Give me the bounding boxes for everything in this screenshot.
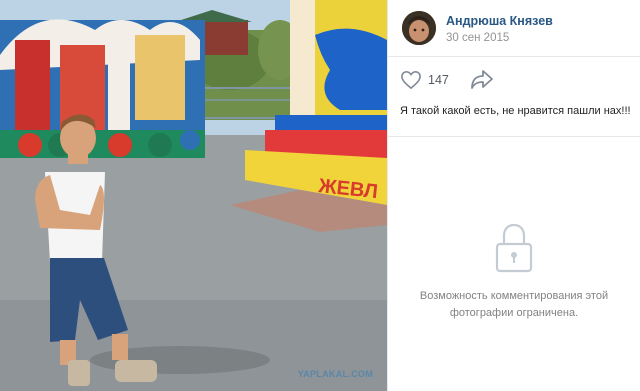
post-caption: Я такой какой есть, не нравится пашли на… — [400, 105, 631, 117]
author-name[interactable]: Андрюша Князев — [446, 14, 553, 28]
post-info-panel: Андрюша Князев 30 сен 2015 147 Я такой к… — [387, 0, 640, 391]
like-count: 147 — [428, 73, 449, 87]
divider — [388, 136, 640, 137]
restricted-line-2: фотографии ограничена. — [449, 307, 579, 319]
comments-restricted: Возможность комментирования этой фотогра… — [388, 222, 640, 322]
post-header: Андрюша Князев 30 сен 2015 — [388, 0, 640, 57]
watermark: YAPLAKAL.COM — [297, 369, 373, 379]
avatar-image — [402, 11, 436, 45]
heart-icon — [401, 70, 421, 90]
post-date[interactable]: 30 сен 2015 — [446, 32, 509, 44]
post-actions: 147 — [388, 67, 640, 95]
share-button[interactable] — [470, 68, 496, 92]
lock-icon — [495, 223, 533, 273]
restricted-message: Возможность комментирования этой фотогра… — [388, 288, 640, 322]
like-button[interactable]: 147 — [400, 67, 449, 93]
restricted-line-1: Возможность комментирования этой — [419, 290, 609, 302]
share-arrow-icon — [471, 70, 493, 89]
photo-scene: ЖЕВЛ — [0, 0, 387, 391]
avatar[interactable] — [402, 11, 436, 45]
post-photo[interactable]: ЖЕВЛ YAPLAKAL.COM — [0, 0, 387, 391]
